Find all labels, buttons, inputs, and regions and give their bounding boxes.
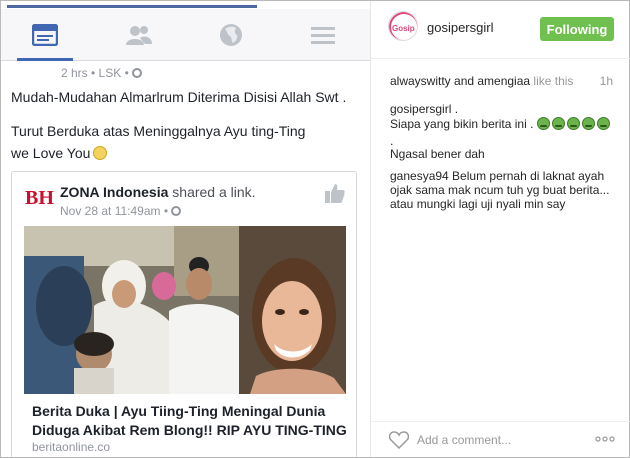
post-text-line-3: we Love You bbox=[11, 145, 108, 161]
caption-text: Siapa yang bikin berita ini . bbox=[390, 117, 534, 131]
comment-text-line-1: Belum pernah di laknat ayah bbox=[448, 169, 605, 183]
bh-logo-icon: BH bbox=[24, 185, 54, 209]
shared-date-text: Nov 28 at 11:49am • bbox=[60, 204, 172, 218]
instagram-panel: Gosip gosipersgirl Following alwayswitty… bbox=[370, 1, 630, 457]
post-text-line-3-text: we Love You bbox=[11, 145, 91, 161]
link-title-line-2: Diduga Akibat Rem Blong!! RIP AYU TING-T… bbox=[32, 422, 347, 438]
laughing-emoji-icon bbox=[581, 117, 595, 130]
laughing-emoji-icon bbox=[551, 117, 565, 130]
menu-icon[interactable] bbox=[303, 21, 343, 49]
likes-summary: alwayswitty and amengiaa like this bbox=[390, 74, 573, 88]
following-button[interactable]: Following bbox=[540, 17, 614, 41]
likes-suffix: like this bbox=[530, 74, 574, 88]
link-title-line-1: Berita Duka | Ayu Tiing-Ting Meningal Du… bbox=[32, 403, 326, 419]
instagram-header: Gosip gosipersgirl Following bbox=[371, 1, 630, 59]
heart-icon[interactable] bbox=[389, 431, 409, 449]
likes-users[interactable]: alwayswitty and amengiaa bbox=[390, 74, 530, 88]
post-meta: 2 hrs • LSK • bbox=[61, 66, 143, 80]
comment-bar bbox=[371, 421, 630, 457]
facebook-post-screenshot: 2 hrs • LSK • Mudah-Mudahan Almarlrum Di… bbox=[1, 1, 370, 457]
comment: ganesya94 Belum pernah di laknat ayah bbox=[390, 169, 604, 184]
laughing-emoji-icon bbox=[536, 117, 550, 130]
caption-comment: Ngasal bener dah bbox=[390, 147, 485, 161]
globe-icon[interactable] bbox=[211, 21, 251, 49]
shared-page-name[interactable]: ZONA Indonesia bbox=[60, 184, 168, 200]
caption-line: Siapa yang bikin berita ini . bbox=[390, 117, 612, 132]
post-text-line-1: Mudah-Mudahan Almarlrum Diterima Disisi … bbox=[11, 89, 347, 105]
shared-date: Nov 28 at 11:49am • bbox=[60, 204, 182, 218]
link-title[interactable]: Berita Duka | Ayu Tiing-Ting Meningal Du… bbox=[32, 402, 354, 440]
comment-text-line-2: ojak sama mak ncum tuh yg buat berita... bbox=[390, 183, 610, 197]
shared-line: ZONA Indonesia shared a link. bbox=[60, 184, 256, 200]
username-link[interactable]: gosipersgirl bbox=[427, 20, 493, 35]
add-comment-input[interactable] bbox=[417, 431, 577, 449]
privacy-gear-icon bbox=[132, 68, 143, 78]
shared-link-card[interactable]: BH ZONA Indonesia shared a link. Nov 28 … bbox=[11, 171, 357, 457]
avatar[interactable]: Gosip bbox=[388, 11, 418, 41]
comment-text-line-3: atau mungki lagi uji nyali min say bbox=[390, 197, 566, 211]
sad-emoji-icon bbox=[93, 146, 108, 160]
post-time: 1h bbox=[599, 74, 613, 88]
avatar-logo-text: Gosip bbox=[392, 24, 415, 33]
caption-username[interactable]: gosipersgirl . bbox=[390, 102, 458, 117]
post-time: 2 hrs • LSK • bbox=[61, 66, 133, 80]
news-feed-icon[interactable] bbox=[17, 21, 73, 61]
comment-username[interactable]: ganesya94 bbox=[390, 169, 449, 183]
more-options-icon[interactable] bbox=[594, 431, 616, 447]
friends-icon[interactable] bbox=[119, 21, 159, 49]
thumbs-up-icon[interactable] bbox=[324, 182, 346, 204]
privacy-globe-icon bbox=[171, 206, 182, 216]
laughing-emoji-icon bbox=[566, 117, 580, 130]
fb-top-strip bbox=[1, 1, 370, 9]
laughing-emoji-icon bbox=[596, 117, 610, 130]
svg-text:BH: BH bbox=[25, 187, 54, 209]
shared-action: shared a link. bbox=[168, 184, 256, 200]
link-photo[interactable] bbox=[24, 226, 346, 394]
link-domain: beritaonline.co bbox=[32, 440, 111, 454]
fb-tab-bar bbox=[1, 9, 370, 61]
post-text-line-2: Turut Berduka atas Meninggalnya Ayu ting… bbox=[11, 123, 306, 139]
